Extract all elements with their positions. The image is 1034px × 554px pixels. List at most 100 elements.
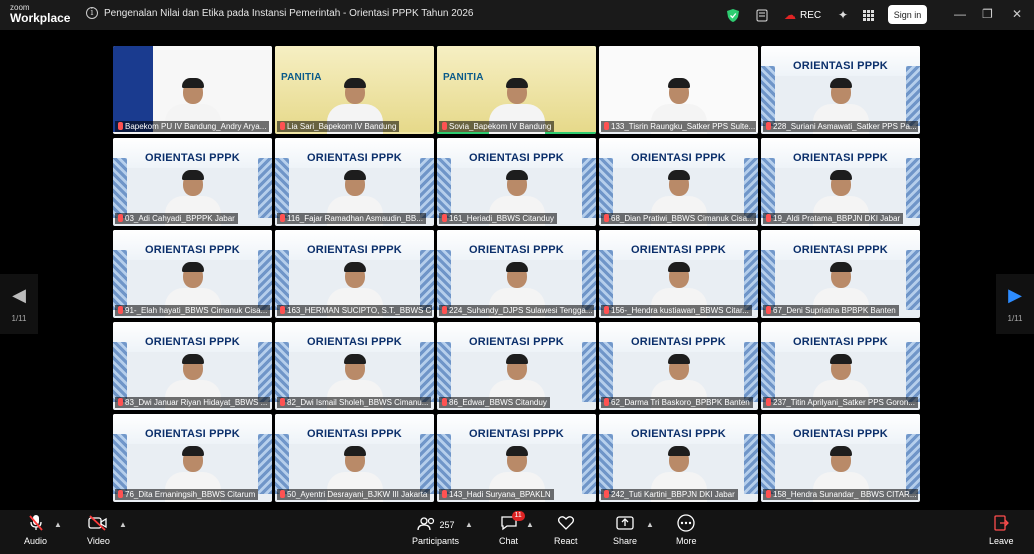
batik-ornament: [420, 158, 434, 218]
chat-button[interactable]: 11 Chat: [499, 511, 525, 546]
participant-tile[interactable]: ORIENTASI PPPK 163_HERMAN SUCIPTO, S.T._B…: [275, 230, 434, 318]
participant-tile[interactable]: ORIENTASI PPPK 68_Dian Pratiwi_BBWS Ciman…: [599, 138, 758, 226]
participant-tile[interactable]: PANITIA Sovia_Bapekom IV Bandung: [437, 46, 596, 134]
muted-mic-icon: [280, 398, 285, 406]
leave-button[interactable]: Leave: [989, 514, 1014, 546]
info-icon[interactable]: i: [86, 7, 98, 19]
video-options-caret[interactable]: ▲: [119, 520, 127, 529]
react-button[interactable]: React: [554, 514, 578, 546]
participant-name: Bapekom PU IV Bandung_Andry Arya...: [125, 122, 267, 131]
participant-tile[interactable]: ORIENTASI PPPK 116_Fajar Ramadhan Asmaudi…: [275, 138, 434, 226]
participant-tile[interactable]: ORIENTASI PPPK 242_Tuti Kartini_BBPJN DKI…: [599, 414, 758, 502]
participant-name-label: 76_Dita Ernaningsih_BBWS Citarum: [115, 489, 259, 500]
recording-indicator[interactable]: ☁ REC: [784, 4, 821, 26]
batik-ornament: [761, 66, 775, 126]
participant-tile[interactable]: ORIENTASI PPPK 156-_Hendra kustiawan_BBWS…: [599, 230, 758, 318]
participant-name-label: Sovia_Bapekom IV Bandung: [439, 121, 555, 132]
audio-button[interactable]: Audio: [24, 514, 47, 546]
participants-count: 257: [439, 520, 455, 530]
participant-name: 156-_Hendra kustiawan_BBWS Citar...: [611, 306, 749, 315]
participants-options-caret[interactable]: ▲: [465, 520, 473, 529]
participant-tile[interactable]: ORIENTASI PPPK 161_Heriadi_BBWS Citanduy: [437, 138, 596, 226]
participant-name-label: 116_Fajar Ramadhan Asmaudin_BB...: [277, 213, 426, 224]
batik-ornament: [437, 250, 451, 310]
muted-mic-icon: [766, 214, 771, 222]
notes-icon[interactable]: [756, 4, 768, 26]
video-button[interactable]: Video: [87, 514, 110, 546]
muted-mic-icon: [604, 214, 609, 222]
muted-mic-icon: [766, 398, 771, 406]
prev-page-button[interactable]: ◀ 1/11: [0, 274, 38, 334]
share-button[interactable]: Share: [613, 514, 637, 546]
participant-tile[interactable]: ORIENTASI PPPK 237_Titin Aprilyani_Satker…: [761, 322, 920, 410]
chat-options-caret[interactable]: ▲: [526, 520, 534, 529]
background-heading: ORIENTASI PPPK: [469, 244, 564, 256]
background-heading: ORIENTASI PPPK: [307, 336, 402, 348]
participant-name-label: 82_Dwi Ismail Sholeh_BBWS Cimanu...: [277, 397, 432, 408]
batik-ornament: [258, 158, 272, 218]
page-indicator-left: 1/11: [11, 314, 27, 323]
participant-tile[interactable]: Bapekom PU IV Bandung_Andry Arya...: [113, 46, 272, 134]
sign-in-button[interactable]: Sign in: [888, 5, 927, 24]
participant-tile[interactable]: ORIENTASI PPPK 86_Edwar_BBWS Citanduy: [437, 322, 596, 410]
title-bar: zoom Workplace i Pengenalan Nilai dan Et…: [0, 0, 1034, 30]
minimize-icon[interactable]: —: [954, 7, 966, 21]
participant-name: 242_Tuti Kartini_BBPJN DKI Jabar: [611, 490, 735, 499]
participants-button[interactable]: 257 Participants: [412, 514, 459, 546]
chat-unread-badge: 11: [511, 511, 525, 521]
chat-icon: 11: [500, 511, 525, 534]
participant-tile[interactable]: ORIENTASI PPPK 83_Dwi Januar Riyan Hidaya…: [113, 322, 272, 410]
background-heading: ORIENTASI PPPK: [145, 336, 240, 348]
participant-name-label: 91-_Elah hayati_BBWS Cimanuk Cisa...: [115, 305, 270, 316]
ai-companion-icon[interactable]: ✦: [838, 4, 848, 26]
background-heading: ORIENTASI PPPK: [793, 428, 888, 440]
close-icon[interactable]: ✕: [1012, 7, 1022, 21]
participant-tile[interactable]: ORIENTASI PPPK 19_Aldi Pratama_BBPJN DKI …: [761, 138, 920, 226]
participant-tile[interactable]: ORIENTASI PPPK 158_Hendra Sunandar_ BBWS …: [761, 414, 920, 502]
muted-mic-icon: [280, 122, 285, 130]
participant-name: 19_Aldi Pratama_BBPJN DKI Jabar: [773, 214, 901, 223]
muted-mic-icon: [766, 306, 771, 314]
next-page-button[interactable]: ▶ 1/11: [996, 274, 1034, 334]
participant-tile[interactable]: ORIENTASI PPPK 224_Suhandy_DJPS Sulawesi …: [437, 230, 596, 318]
participant-tile[interactable]: ORIENTASI PPPK 143_Hadi Suryana_BPAKLN: [437, 414, 596, 502]
background-heading: PANITIA: [281, 72, 322, 83]
restore-icon[interactable]: ❐: [982, 7, 993, 21]
batik-ornament: [599, 434, 613, 494]
participant-tile[interactable]: ORIENTASI PPPK 82_Dwi Ismail Sholeh_BBWS …: [275, 322, 434, 410]
muted-mic-icon: [118, 490, 123, 498]
batik-ornament: [744, 250, 758, 310]
apps-grid-icon[interactable]: [863, 4, 874, 26]
participant-name: 228_Suriani Asmawati_Satker PPS Pa...: [773, 122, 917, 131]
participant-tile[interactable]: ORIENTASI PPPK 03_Adi Cahyadi_BPPPK Jabar: [113, 138, 272, 226]
batik-ornament: [437, 434, 451, 494]
participant-tile[interactable]: PANITIA Lia Sari_Bapekom IV Bandung: [275, 46, 434, 134]
participant-tile[interactable]: ORIENTASI PPPK 50_Ayentri Desrayani_BJKW …: [275, 414, 434, 502]
audio-options-caret[interactable]: ▲: [54, 520, 62, 529]
participant-name-label: 86_Edwar_BBWS Citanduy: [439, 397, 550, 408]
batik-ornament: [906, 66, 920, 126]
muted-mic-icon: [604, 306, 609, 314]
more-button[interactable]: More: [676, 514, 697, 546]
background-heading: ORIENTASI PPPK: [631, 152, 726, 164]
batik-ornament: [275, 434, 289, 494]
muted-mic-icon: [442, 490, 447, 498]
participant-name: 133_Tisrin Raungku_Satker PPS Sulte...: [611, 122, 756, 131]
participant-name-label: 156-_Hendra kustiawan_BBWS Citar...: [601, 305, 752, 316]
participant-tile[interactable]: 133_Tisrin Raungku_Satker PPS Sulte...: [599, 46, 758, 134]
meeting-title-area: i Pengenalan Nilai dan Etika pada Instan…: [86, 7, 474, 19]
participant-tile[interactable]: ORIENTASI PPPK 76_Dita Ernaningsih_BBWS C…: [113, 414, 272, 502]
participant-tile[interactable]: ORIENTASI PPPK 62_Darma Tri Baskoro_BPBPK…: [599, 322, 758, 410]
participant-tile[interactable]: ORIENTASI PPPK 228_Suriani Asmawati_Satke…: [761, 46, 920, 134]
background-heading: ORIENTASI PPPK: [469, 152, 564, 164]
participant-tile[interactable]: ORIENTASI PPPK 67_Deni Supriatna BPBPK Ba…: [761, 230, 920, 318]
participant-name: 83_Dwi Januar Riyan Hidayat_BBWS ...: [125, 398, 268, 407]
batik-ornament: [744, 342, 758, 402]
participant-tile[interactable]: ORIENTASI PPPK 91-_Elah hayati_BBWS Ciman…: [113, 230, 272, 318]
batik-ornament: [906, 342, 920, 402]
participant-name: 163_HERMAN SUCIPTO, S.T._BBWS C...: [287, 306, 432, 315]
participant-name: 76_Dita Ernaningsih_BBWS Citarum: [125, 490, 256, 499]
shield-icon[interactable]: [727, 4, 739, 26]
chevron-right-icon: ▶: [1008, 285, 1022, 305]
share-options-caret[interactable]: ▲: [646, 520, 654, 529]
